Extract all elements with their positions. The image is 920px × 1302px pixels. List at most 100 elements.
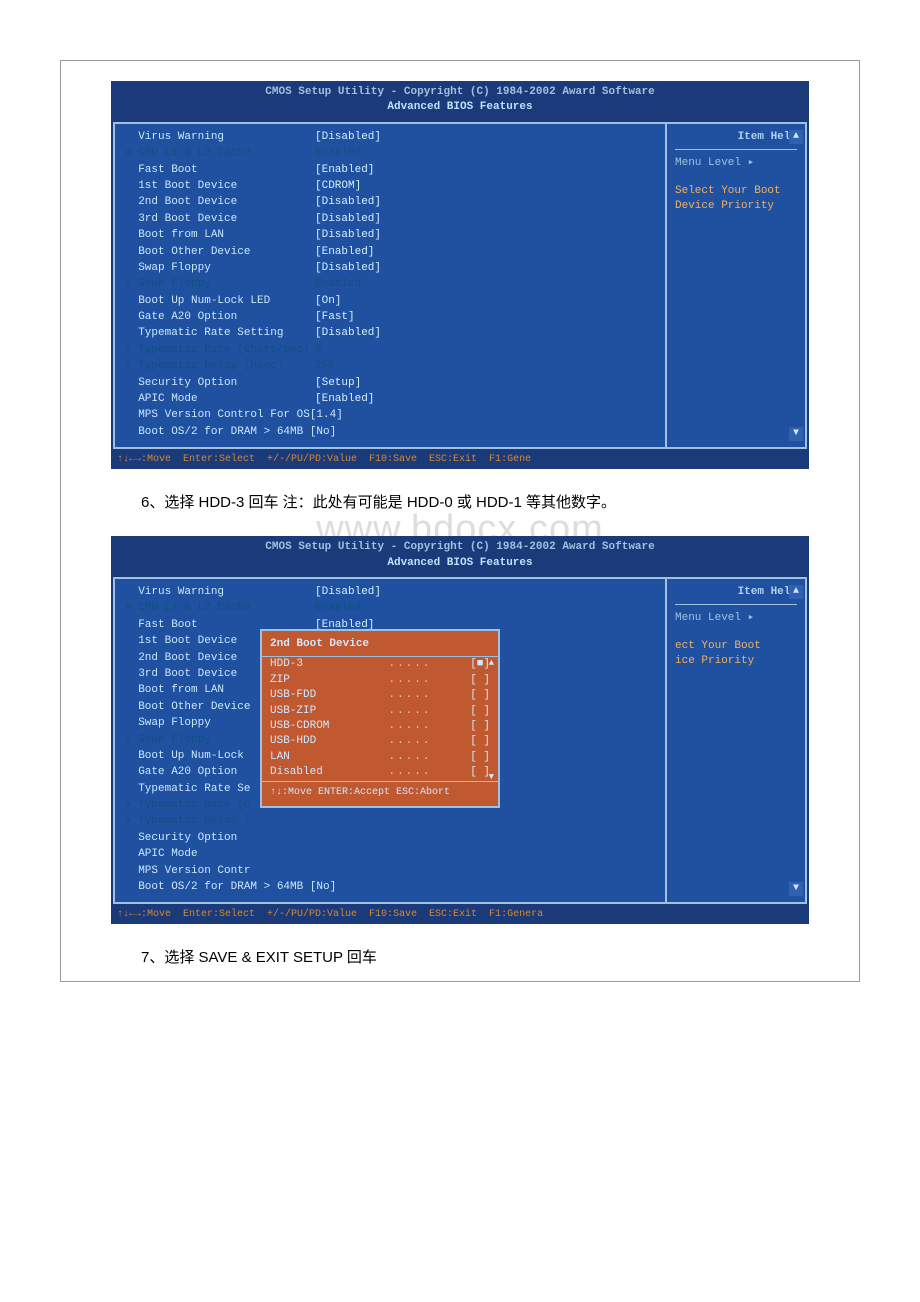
bios-setting-row: x Seek FloppyEnabled [125, 277, 655, 292]
scroll-up-icon[interactable]: ▲ [789, 585, 803, 599]
scroll-down-icon[interactable]: ▼ [789, 882, 803, 896]
setting-value: [Disabled] [315, 228, 381, 243]
setting-label: x Seek Floppy [125, 277, 315, 292]
bios-title-line1: CMOS Setup Utility - Copyright (C) 1984-… [111, 540, 809, 555]
setting-label: Security Option [125, 831, 315, 846]
popup-option[interactable]: LAN.....[ ] [262, 750, 498, 765]
bios-setting-row[interactable]: Swap Floppy[Disabled] [125, 261, 655, 276]
bios-setting-row[interactable]: Security Option [125, 831, 655, 846]
setting-label: Fast Boot [125, 163, 315, 178]
option-dots: ..... [360, 673, 460, 688]
bios-body: Virus Warning[Disabled]x CPU L1 & L2 Cac… [113, 577, 807, 904]
setting-label: x CPU L1 & L2 Cache [125, 601, 315, 616]
setting-value: [Disabled] [315, 130, 381, 145]
option-name: USB-FDD [270, 688, 360, 703]
popup-option[interactable]: Disabled.....[ ] [262, 765, 498, 780]
bios-setting-row[interactable]: Gate A20 Option[Fast] [125, 310, 655, 325]
bios-setting-row[interactable]: Virus Warning[Disabled] [125, 585, 655, 600]
popup-option[interactable]: HDD-3.....[■] [262, 657, 498, 672]
bios-setting-row[interactable]: Boot Up Num-Lock LED[On] [125, 294, 655, 309]
bios-screenshot-2: CMOS Setup Utility - Copyright (C) 1984-… [111, 536, 809, 924]
scroll-down-icon[interactable]: ▼ [789, 427, 803, 441]
option-name: ZIP [270, 673, 360, 688]
popup-title: 2nd Boot Device [262, 637, 498, 657]
setting-label: x Typematic Delay ( [125, 814, 315, 829]
bios-setting-row[interactable]: MPS Version Control For OS[1.4] [125, 408, 655, 423]
bios-setting-row[interactable]: APIC Mode[Enabled] [125, 392, 655, 407]
setting-label: Virus Warning [125, 585, 315, 600]
document-page: CMOS Setup Utility - Copyright (C) 1984-… [60, 60, 860, 982]
setting-label: MPS Version Control For OS[1.4] [125, 408, 315, 423]
setting-value: [Disabled] [315, 261, 381, 276]
bios-help-panel: Item Help Menu Level ▸ Select Your Boot … [665, 124, 805, 447]
popup-option[interactable]: USB-CDROM.....[ ] [262, 719, 498, 734]
bios-footer-keys: ↑↓←→:Move Enter:Select +/-/PU/PD:Value F… [111, 906, 809, 924]
setting-label: Gate A20 Option [125, 310, 315, 325]
setting-value: Enabled [315, 146, 361, 161]
setting-label: Security Option [125, 376, 315, 391]
bios-header: CMOS Setup Utility - Copyright (C) 1984-… [111, 81, 809, 120]
setting-value: [CDROM] [315, 179, 361, 194]
scroll-up-icon[interactable]: ▲ [789, 130, 803, 144]
bios-setting-row[interactable]: Typematic Rate Setting[Disabled] [125, 326, 655, 341]
bios-setting-row[interactable]: Boot from LAN[Disabled] [125, 228, 655, 243]
help-title: Item Help [675, 585, 797, 605]
setting-label: Boot OS/2 for DRAM > 64MB [No] [125, 425, 315, 440]
option-name: Disabled [270, 765, 360, 780]
help-text-line2: ice Priority [675, 654, 797, 669]
help-title: Item Help [675, 130, 797, 150]
setting-value: [On] [315, 294, 341, 309]
option-dots: ..... [360, 719, 460, 734]
setting-label: 2nd Boot Device [125, 195, 315, 210]
popup-option[interactable]: USB-ZIP.....[ ] [262, 704, 498, 719]
bios-setting-row[interactable]: Virus Warning[Disabled] [125, 130, 655, 145]
bios-setting-row[interactable]: Boot Other Device[Enabled] [125, 245, 655, 260]
option-marker: [ ] [460, 765, 490, 780]
help-text-line1: ect Your Boot [675, 639, 797, 654]
popup-scroll-down-icon[interactable]: ▼ [489, 771, 494, 784]
option-dots: ..... [360, 704, 460, 719]
option-dots: ..... [360, 750, 460, 765]
bios-setting-row: x Typematic Rate (Chars/Sec)6 [125, 343, 655, 358]
setting-value: [Enabled] [315, 245, 374, 260]
bios-setting-row[interactable]: Boot OS/2 for DRAM > 64MB [No] [125, 425, 655, 440]
setting-label: Boot Other Device [125, 245, 315, 260]
option-dots: ..... [360, 765, 460, 780]
popup-option[interactable]: USB-HDD.....[ ] [262, 734, 498, 749]
setting-label: 3rd Boot Device [125, 212, 315, 227]
setting-label: 1st Boot Device [125, 179, 315, 194]
popup-scroll-up-icon[interactable]: ▲ [489, 657, 494, 670]
bios-setting-row[interactable]: Security Option[Setup] [125, 376, 655, 391]
setting-label: Boot from LAN [125, 228, 315, 243]
popup-footer-keys: ↑↓:Move ENTER:Accept ESC:Abort [262, 781, 498, 800]
help-text-line2: Device Priority [675, 199, 797, 214]
setting-value: [Fast] [315, 310, 355, 325]
menu-level-label: Menu Level ▸ [675, 156, 797, 171]
setting-value: Enabled [315, 277, 361, 292]
setting-value: [Disabled] [315, 212, 381, 227]
bios-settings-panel: Virus Warning[Disabled]x CPU L1 & L2 Cac… [115, 579, 665, 902]
bios-setting-row[interactable]: Boot OS/2 for DRAM > 64MB [No] [125, 880, 655, 895]
bios-title-line1: CMOS Setup Utility - Copyright (C) 1984-… [111, 85, 809, 100]
bios-title-line2: Advanced BIOS Features [111, 556, 809, 571]
setting-label: Boot OS/2 for DRAM > 64MB [No] [125, 880, 315, 895]
popup-option[interactable]: ZIP.....[ ] [262, 673, 498, 688]
setting-label: MPS Version Contr [125, 864, 315, 879]
bios-setting-row[interactable]: Fast Boot[Enabled] [125, 163, 655, 178]
bios-setting-row[interactable]: 2nd Boot Device[Disabled] [125, 195, 655, 210]
menu-level-label: Menu Level ▸ [675, 611, 797, 626]
bios-setting-row[interactable]: APIC Mode [125, 847, 655, 862]
bios-setting-row[interactable]: MPS Version Contr [125, 864, 655, 879]
setting-value: [Disabled] [315, 326, 381, 341]
bios-setting-row: x Typematic Delay (Msec)250 [125, 359, 655, 374]
setting-value: Enabled [315, 601, 361, 616]
setting-label: Swap Floppy [125, 261, 315, 276]
option-dots: ..... [360, 734, 460, 749]
option-dots: ..... [360, 657, 460, 672]
popup-option[interactable]: USB-FDD.....[ ] [262, 688, 498, 703]
option-marker: [ ] [460, 673, 490, 688]
bios-header: CMOS Setup Utility - Copyright (C) 1984-… [111, 536, 809, 575]
option-name: USB-ZIP [270, 704, 360, 719]
bios-setting-row[interactable]: 1st Boot Device[CDROM] [125, 179, 655, 194]
bios-setting-row[interactable]: 3rd Boot Device[Disabled] [125, 212, 655, 227]
